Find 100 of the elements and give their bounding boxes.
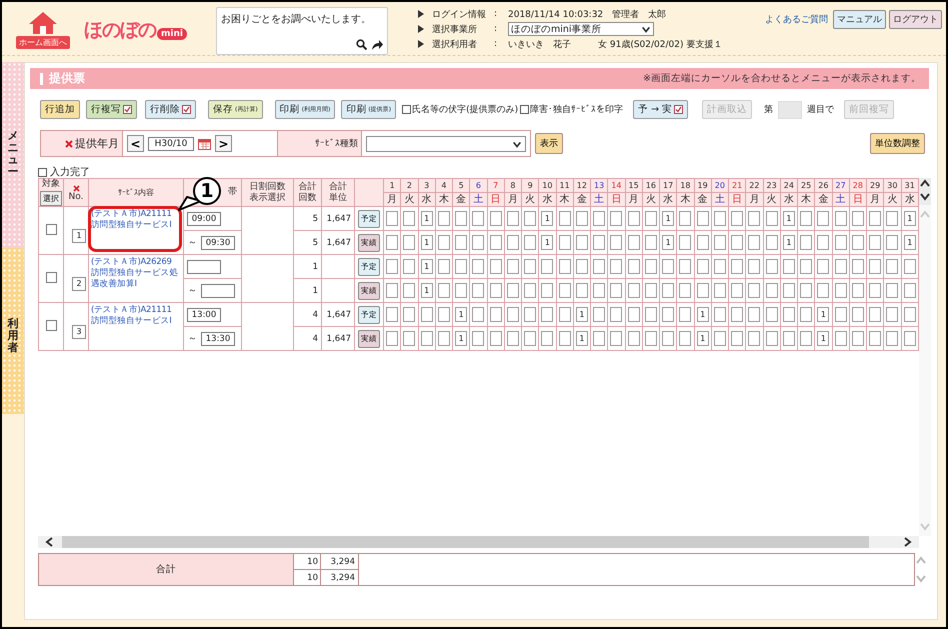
day-field[interactable] (628, 307, 640, 322)
day-field[interactable] (438, 331, 450, 346)
day-field[interactable] (714, 283, 726, 298)
day-field[interactable] (782, 307, 795, 322)
day-field[interactable] (644, 283, 657, 298)
day-field[interactable] (679, 331, 692, 346)
day-field[interactable] (628, 283, 640, 298)
day-field[interactable] (472, 307, 484, 322)
day-field[interactable] (403, 211, 416, 226)
day-field[interactable] (472, 235, 484, 250)
day-field[interactable]: 1 (904, 211, 916, 226)
header-button[interactable]: マニュアル (833, 10, 886, 29)
day-field[interactable] (628, 331, 640, 346)
day-field[interactable] (748, 211, 760, 226)
day-field[interactable]: 1 (662, 235, 674, 250)
day-field[interactable] (403, 283, 416, 298)
home-link[interactable]: ホーム画面へ (16, 11, 70, 49)
day-field[interactable] (420, 307, 433, 322)
day-field[interactable] (386, 331, 398, 346)
end-time-field[interactable] (201, 284, 235, 298)
day-field[interactable]: 1 (904, 235, 916, 250)
day-field[interactable] (506, 259, 519, 274)
day-field[interactable] (714, 331, 726, 346)
day-field[interactable] (886, 235, 898, 250)
day-field[interactable] (610, 307, 622, 322)
checkbox[interactable] (402, 105, 412, 114)
day-field[interactable] (679, 211, 692, 226)
day-field[interactable] (593, 307, 606, 322)
day-field[interactable] (490, 259, 502, 274)
day-field[interactable] (748, 259, 760, 274)
day-field[interactable] (800, 307, 812, 322)
day-field[interactable] (886, 331, 898, 346)
day-field[interactable] (386, 283, 398, 298)
day-field[interactable] (782, 331, 795, 346)
day-field[interactable] (904, 331, 916, 346)
day-field[interactable] (455, 283, 468, 298)
day-field[interactable] (610, 331, 622, 346)
day-field[interactable] (817, 235, 830, 250)
day-field[interactable]: 1 (420, 259, 433, 274)
day-field[interactable] (438, 211, 450, 226)
next-month-button[interactable]: > (215, 135, 232, 152)
day-field[interactable] (800, 331, 812, 346)
day-field[interactable] (455, 259, 468, 274)
day-field[interactable] (593, 331, 606, 346)
day-field[interactable] (714, 259, 726, 274)
day-field[interactable] (679, 283, 692, 298)
day-field[interactable] (852, 331, 864, 346)
day-field[interactable] (904, 283, 916, 298)
day-field[interactable]: 1 (576, 307, 588, 322)
day-field[interactable]: 1 (817, 331, 830, 346)
start-time-field[interactable]: 13:00 (187, 308, 221, 322)
day-field[interactable] (679, 235, 692, 250)
row-number-field[interactable]: 1 (72, 228, 86, 242)
day-field[interactable] (886, 283, 898, 298)
day-field[interactable] (748, 235, 760, 250)
day-field[interactable] (490, 307, 502, 322)
day-field[interactable] (731, 331, 744, 346)
day-field[interactable] (541, 331, 554, 346)
day-field[interactable] (782, 259, 795, 274)
toolbar-button[interactable]: 予 → 実 (633, 100, 688, 119)
day-field[interactable] (506, 235, 519, 250)
day-field[interactable] (766, 211, 778, 226)
day-field[interactable]: 1 (696, 331, 709, 346)
checkbox[interactable] (38, 168, 47, 176)
day-field[interactable] (490, 331, 502, 346)
toolbar-button[interactable]: 行複写 (86, 100, 137, 119)
day-field[interactable] (714, 235, 726, 250)
day-field[interactable] (524, 283, 536, 298)
day-field[interactable] (904, 307, 916, 322)
day-field[interactable]: 1 (782, 235, 795, 250)
day-field[interactable] (748, 307, 760, 322)
day-field[interactable] (593, 211, 606, 226)
day-field[interactable] (834, 307, 847, 322)
day-field[interactable]: 1 (782, 211, 795, 226)
forward-arrow-icon[interactable] (371, 39, 383, 51)
day-field[interactable] (662, 259, 674, 274)
day-field[interactable] (403, 331, 416, 346)
day-field[interactable] (644, 331, 657, 346)
day-field[interactable] (904, 259, 916, 274)
day-field[interactable] (386, 259, 398, 274)
day-field[interactable] (610, 283, 622, 298)
day-field[interactable] (438, 307, 450, 322)
day-field[interactable] (731, 283, 744, 298)
toolbar-button[interactable]: 行削除 (145, 100, 196, 119)
header-button[interactable]: ログアウト (889, 10, 942, 29)
day-field[interactable] (438, 259, 450, 274)
day-field[interactable] (852, 307, 864, 322)
day-field[interactable] (852, 259, 864, 274)
day-field[interactable] (644, 211, 657, 226)
day-field[interactable] (558, 307, 571, 322)
day-field[interactable]: 1 (420, 235, 433, 250)
day-field[interactable] (869, 331, 882, 346)
checkbox[interactable] (46, 272, 56, 282)
search-field[interactable]: お困りごとをお調べいたします。 (216, 7, 388, 55)
day-field[interactable] (869, 211, 882, 226)
day-field[interactable] (593, 259, 606, 274)
day-field[interactable]: 1 (696, 307, 709, 322)
day-field[interactable] (766, 259, 778, 274)
side-tab[interactable]: 利用者 (2, 248, 24, 414)
day-field[interactable] (403, 307, 416, 322)
